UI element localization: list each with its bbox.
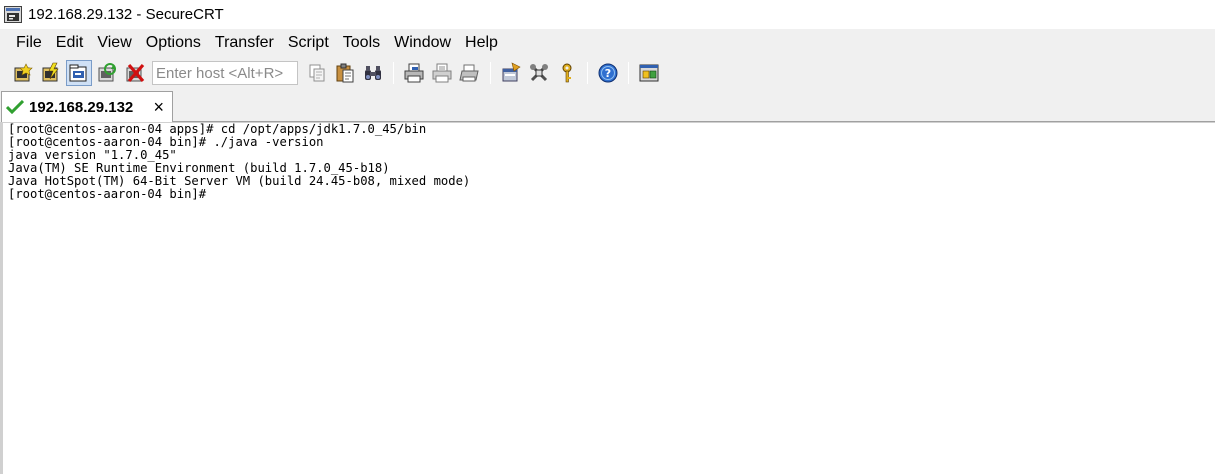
title-bar: 192.168.29.132 - SecureCRT [0, 0, 1215, 29]
menu-file[interactable]: File [9, 31, 49, 55]
connect-in-tab-icon [69, 64, 87, 82]
connect-icon [14, 63, 33, 82]
reconnect-icon [98, 63, 116, 82]
paste-button[interactable] [332, 60, 358, 86]
sftp-button[interactable] [636, 60, 662, 86]
enter-host-input[interactable] [152, 61, 298, 85]
quick-connect-button[interactable] [38, 60, 64, 86]
toolbar-separator [490, 62, 491, 84]
menu-window[interactable]: Window [387, 31, 458, 55]
connect-button[interactable] [10, 60, 36, 86]
toolbar-separator [587, 62, 588, 84]
terminal-prompt: [root@centos-aaron-04 bin]# [8, 187, 207, 201]
copy-button[interactable] [304, 60, 330, 86]
menu-view[interactable]: View [90, 31, 138, 55]
paste-icon [336, 63, 354, 83]
menu-script[interactable]: Script [281, 31, 336, 55]
keymap-icon [562, 63, 572, 83]
session-options-icon [502, 62, 521, 82]
disconnect-button[interactable] [122, 60, 148, 86]
print-selection-button[interactable] [429, 60, 455, 86]
securecrt-app-icon [4, 6, 22, 23]
print-selection-icon [432, 63, 452, 83]
quick-connect-icon [42, 62, 59, 82]
terminal-area[interactable]: [root@centos-aaron-04 apps]# cd /opt/app… [0, 122, 1215, 474]
terminal-line: [root@centos-aaron-04 bin]# ./java -vers… [8, 135, 324, 149]
connect-in-tab-button[interactable] [66, 60, 92, 86]
print-button[interactable] [401, 60, 427, 86]
toolbar-separator [393, 62, 394, 84]
print-setup-button[interactable] [457, 60, 483, 86]
copy-icon [309, 64, 325, 82]
menu-options[interactable]: Options [139, 31, 208, 55]
sftp-icon [639, 64, 659, 82]
help-button[interactable]: ? [595, 60, 621, 86]
keymap-button[interactable] [554, 60, 580, 86]
help-icon: ? [598, 63, 618, 83]
reconnect-button[interactable] [94, 60, 120, 86]
close-tab-icon[interactable]: × [153, 98, 164, 116]
menu-bar: File Edit View Options Transfer Script T… [0, 29, 1215, 57]
global-options-icon [530, 64, 548, 82]
menu-help[interactable]: Help [458, 31, 505, 55]
session-tab[interactable]: 192.168.29.132 × [1, 91, 173, 122]
print-icon [404, 63, 424, 83]
svg-text:?: ? [605, 67, 611, 80]
connected-check-icon [6, 100, 24, 114]
session-tab-strip: 192.168.29.132 × [0, 89, 1215, 122]
session-options-button[interactable] [498, 60, 524, 86]
window-title: 192.168.29.132 - SecureCRT [28, 6, 224, 23]
session-tab-label: 192.168.29.132 [29, 98, 134, 116]
menu-transfer[interactable]: Transfer [208, 31, 281, 55]
global-options-button[interactable] [526, 60, 552, 86]
disconnect-icon [126, 63, 145, 83]
menu-tools[interactable]: Tools [336, 31, 387, 55]
toolbar-separator [628, 62, 629, 84]
find-icon [365, 66, 381, 80]
securecrt-window: 192.168.29.132 - SecureCRT File Edit Vie… [0, 0, 1215, 474]
menu-edit[interactable]: Edit [49, 31, 91, 55]
find-button[interactable] [360, 60, 386, 86]
toolbar: ? [0, 57, 1215, 89]
print-setup-icon [459, 64, 479, 82]
